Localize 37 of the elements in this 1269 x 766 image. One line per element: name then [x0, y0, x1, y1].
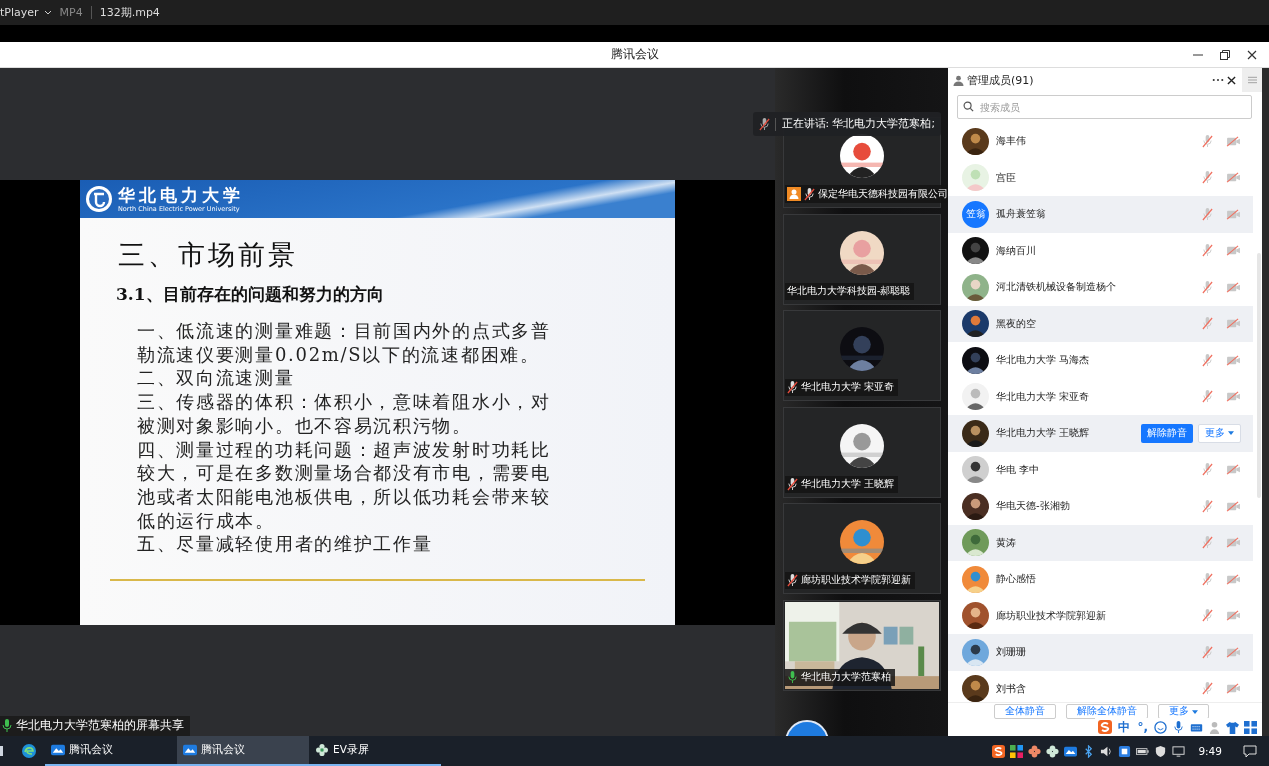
slide-point: 五、尽量减轻使用者的维护工作量 [137, 532, 434, 557]
member-name: 黑夜的空 [996, 316, 1037, 331]
member-name: 海丰伟 [996, 134, 1027, 149]
member-name: 宫臣 [996, 170, 1017, 185]
member-name: 华北电力大学 宋亚奇 [996, 389, 1091, 404]
member-name: 刘书含 [996, 681, 1027, 696]
participant-name: 廊坊职业技术学院郭迎新 [801, 574, 911, 587]
member-name: 河北清铁机械设备制造杨个 [996, 280, 1117, 295]
window-title: 腾讯会议 [610, 46, 659, 63]
university-name: 华北电力大学 [118, 184, 244, 205]
member-name: 静心感悟 [996, 572, 1037, 587]
member-name: 华电天德-张湘勃 [996, 499, 1071, 514]
file-name: 132期.mp4 [98, 5, 160, 20]
member-name: 华电 李中 [996, 462, 1041, 477]
participant-name: 保定华电天德科技园有限公司 [818, 187, 948, 201]
slide-point: 二、双向流速测量 [137, 366, 296, 391]
slide-point: 一、低流速的测量难题：目前国内外的点式多普勒流速仪要测量0.02m/S以下的流速都困难。 [137, 319, 552, 367]
participant-name: 华北电力大学范寒柏 [801, 670, 891, 684]
slide-point: 三、传感器的体积：体积小，意味着阻水小，对被测对象影响小。也不容易沉积污物。 [137, 390, 552, 438]
slide-title: 三、市场前景 [118, 238, 299, 272]
member-name: 黄涛 [996, 535, 1017, 550]
speaking-text: 正在讲话: 华北电力大学范寒柏; [781, 117, 935, 131]
member-name: 孤舟蓑笠翁 [996, 207, 1047, 222]
slide-point: 四、测量过程的功耗问题：超声波发射时功耗比较大，可是在多数测量场合都没有市电，需要电池或者太阳能电池板供电，所以低功耗会带来较低的运行成本。 [137, 437, 552, 533]
member-name: 华北电力大学 马海杰 [996, 353, 1091, 368]
member-name: 华北电力大学 王晓辉 [996, 426, 1091, 441]
member-name: 廊坊职业技术学院郭迎新 [996, 608, 1107, 623]
format-label: MP4 [59, 6, 92, 19]
member-name: 海纳百川 [996, 243, 1037, 258]
share-text: 华北电力大学范寒柏的屏幕共享 [16, 717, 184, 734]
participant-name: 华北电力大学 王晓辉 [801, 477, 895, 491]
avatar-initials: 笠翁 [962, 200, 989, 228]
panel-title: 管理成员(91) [967, 72, 1035, 88]
participant-name: 华北电力大学科技园-郝聪聪 [787, 284, 911, 298]
participant-name: 华北电力大学 宋亚奇 [801, 381, 895, 394]
slide-subtitle: 3.1、目前存在的问题和努力的方向 [116, 283, 385, 306]
member-name: 刘珊珊 [996, 645, 1027, 660]
